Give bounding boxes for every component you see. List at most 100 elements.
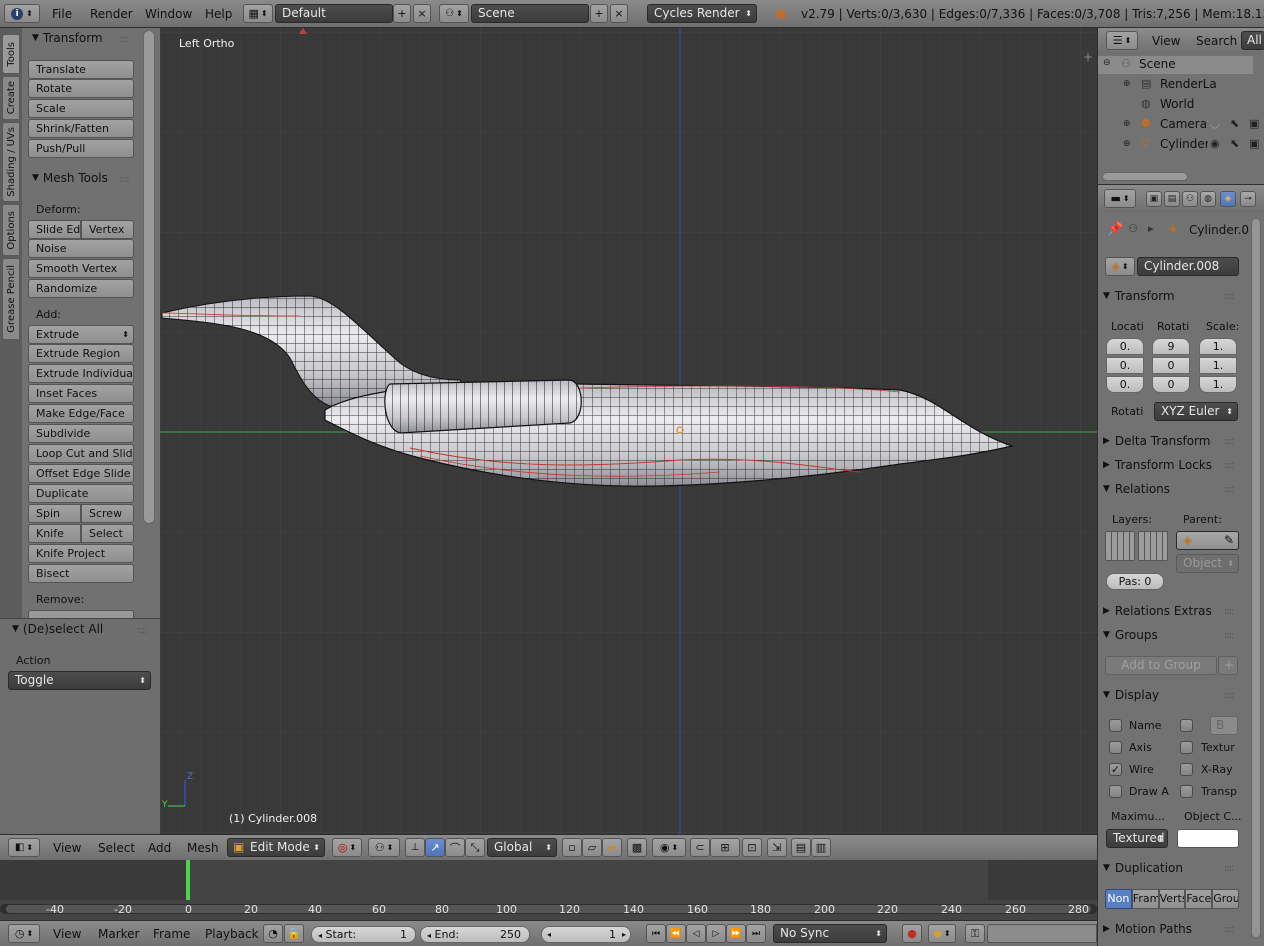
timeline-scrollbar[interactable] — [0, 904, 1097, 914]
delete-button-partial[interactable] — [28, 610, 134, 618]
duplication-panel-header[interactable]: ▼ Duplication — [1103, 857, 1243, 879]
outliner-item-renderlayers[interactable]: RenderLa — [1160, 77, 1217, 91]
tab-shading-uvs[interactable]: Shading / UVs — [2, 122, 20, 202]
menu-view[interactable]: View — [53, 921, 81, 946]
drag-grip-icon[interactable]: :::: — [1224, 863, 1235, 874]
relations-panel-header[interactable]: ▼ Relations — [1103, 478, 1243, 500]
menu-window[interactable]: Window — [145, 0, 192, 28]
duplicate-button[interactable]: Duplicate — [28, 484, 134, 503]
action-dropdown[interactable]: Toggle ⬍ — [8, 671, 151, 690]
play-reverse-button[interactable]: ◁ — [686, 924, 706, 943]
next-keyframe-button[interactable]: ⏩ — [726, 924, 746, 943]
prev-keyframe-button[interactable]: ⏪ — [666, 924, 686, 943]
drag-grip-icon[interactable]: :::: — [1224, 606, 1235, 617]
rotate-manipulator[interactable]: ⌒ — [445, 838, 465, 857]
drag-grip-icon[interactable]: :::: — [1224, 460, 1235, 471]
current-frame-indicator[interactable] — [186, 860, 190, 900]
world-tab[interactable]: ◍ — [1200, 191, 1216, 207]
display-bounds-checkbox[interactable] — [1180, 719, 1193, 732]
render-layers-tab[interactable]: ▤ — [1164, 191, 1180, 207]
rotation-x-field[interactable]: 9 — [1152, 338, 1190, 355]
sync-mode-dropdown[interactable]: No Sync ⬍ — [773, 924, 887, 943]
inset-faces-button[interactable]: Inset Faces — [28, 384, 134, 403]
manipulator-toggle[interactable]: ⊥ — [405, 838, 425, 857]
jump-start-button[interactable]: ⏮ — [646, 924, 666, 943]
screw-button[interactable]: Screw — [81, 504, 134, 523]
select-arrow-icon[interactable]: ⬉ — [1230, 117, 1239, 130]
loop-cut-slide-button[interactable]: Loop Cut and Slide — [28, 444, 134, 463]
display-name-checkbox[interactable] — [1109, 719, 1122, 732]
knife-button[interactable]: Knife — [28, 524, 81, 543]
transform-panel-header[interactable]: ▼ Transform — [32, 31, 103, 45]
transform-locks-panel-header[interactable]: ▶ Transform Locks — [1103, 454, 1243, 476]
occlude-geometry-toggle[interactable]: ▩ — [627, 838, 647, 857]
properties-scrollbar[interactable] — [1251, 218, 1261, 938]
duplication-none-tab[interactable]: Non — [1105, 889, 1132, 909]
render-camera-icon[interactable]: ▣ — [1249, 117, 1259, 130]
outliner-scrollbar[interactable] — [1102, 172, 1188, 181]
snap-target-selector[interactable]: ⊡ — [742, 838, 762, 857]
expand-icon[interactable]: ⊕ — [1123, 119, 1131, 129]
tool-shelf-scrollbar[interactable] — [143, 30, 155, 524]
location-z-field[interactable]: 0. — [1106, 376, 1144, 393]
drag-grip-icon[interactable]: :::: — [1224, 436, 1235, 447]
duplication-faces-tab[interactable]: Face — [1185, 889, 1213, 909]
drag-grip-icon[interactable]: :::: — [119, 34, 130, 45]
tab-grease-pencil[interactable]: Grease Pencil — [2, 258, 20, 340]
face-select-mode[interactable]: ▰ — [602, 838, 622, 857]
editor-type-selector[interactable]: ☰ ⬍ — [1106, 31, 1138, 50]
editor-type-selector[interactable]: ▬ ⬍ — [1104, 189, 1136, 208]
display-wire-checkbox[interactable]: ✓ — [1109, 763, 1122, 776]
rotation-z-field[interactable]: 0 — [1152, 376, 1190, 393]
bounds-type-dropdown[interactable]: B — [1210, 716, 1238, 735]
vertex-select-mode[interactable]: ▫ — [562, 838, 582, 857]
max-draw-type-dropdown[interactable]: Textured ⬍ — [1106, 829, 1168, 848]
screen-layout-name[interactable]: Default — [275, 4, 393, 23]
transform-panel-header[interactable]: ▼ Transform — [1103, 285, 1243, 307]
edge-select-mode[interactable]: ▱ — [582, 838, 602, 857]
scale-manipulator[interactable]: ⤡ — [465, 838, 485, 857]
drag-grip-icon[interactable]: :::: — [1224, 484, 1235, 495]
render-region-button[interactable]: ⇲ — [767, 838, 787, 857]
expand-icon[interactable]: ⊕ — [1123, 139, 1131, 149]
menu-file[interactable]: File — [52, 0, 72, 28]
drag-grip-icon[interactable]: :::: — [1224, 630, 1235, 641]
mesh-tools-panel-header[interactable]: ▼ Mesh Tools — [32, 171, 108, 185]
drag-grip-icon[interactable]: :::: — [119, 174, 130, 185]
opengl-render-button[interactable]: ▤ — [791, 838, 811, 857]
outliner-item-camera[interactable]: Camera — [1160, 117, 1207, 131]
duplication-verts-tab[interactable]: Verts — [1158, 889, 1186, 909]
scale-z-field[interactable]: 1. — [1199, 376, 1237, 393]
rotation-y-field[interactable]: 0 — [1152, 357, 1190, 374]
randomize-button[interactable]: Randomize — [28, 279, 134, 298]
drag-grip-icon[interactable]: :::: — [137, 625, 148, 636]
orientation-dropdown[interactable]: Global ⬍ — [487, 838, 557, 857]
pin-icon[interactable]: 📌 — [1107, 222, 1123, 237]
menu-render[interactable]: Render — [90, 0, 133, 28]
menu-playback[interactable]: Playback — [205, 921, 259, 946]
timeline-area[interactable] — [0, 860, 1097, 920]
smooth-vertex-button[interactable]: Smooth Vertex — [28, 259, 134, 278]
outliner-item-cylinder[interactable]: Cylinder. — [1160, 137, 1208, 151]
scale-y-field[interactable]: 1. — [1199, 357, 1237, 374]
editor-type-selector[interactable]: i ⬍ — [4, 4, 40, 23]
current-frame-field[interactable]: ◂ 1 ▸ — [541, 926, 631, 943]
menu-view[interactable]: View — [53, 835, 81, 861]
push-pull-button[interactable]: Push/Pull — [28, 139, 134, 158]
menu-search[interactable]: Search — [1196, 28, 1237, 54]
start-frame-field[interactable]: ◂ Start: 1 — [311, 926, 416, 943]
expand-icon[interactable]: ⊕ — [1123, 79, 1131, 89]
operator-panel-header[interactable]: ▼ (De)select All — [12, 622, 103, 636]
proportional-edit-selector[interactable]: ◉ ⬍ — [652, 838, 686, 857]
make-edge-face-button[interactable]: Make Edge/Face — [28, 404, 134, 423]
constraints-tab[interactable]: ⊸ — [1240, 191, 1256, 207]
display-panel-header[interactable]: ▼ Display — [1103, 684, 1243, 706]
menu-help[interactable]: Help — [205, 0, 232, 28]
mode-dropdown[interactable]: ▣ Edit Mode ⬍ — [227, 838, 325, 857]
add-layout-button[interactable]: + — [393, 4, 411, 23]
noise-button[interactable]: Noise — [28, 239, 134, 258]
knife-project-button[interactable]: Knife Project — [28, 544, 134, 563]
add-to-group-button[interactable]: Add to Group — [1105, 656, 1217, 675]
pass-index-field[interactable]: Pas: 0 — [1106, 573, 1164, 590]
object-name-field[interactable]: Cylinder.008 — [1137, 257, 1239, 276]
